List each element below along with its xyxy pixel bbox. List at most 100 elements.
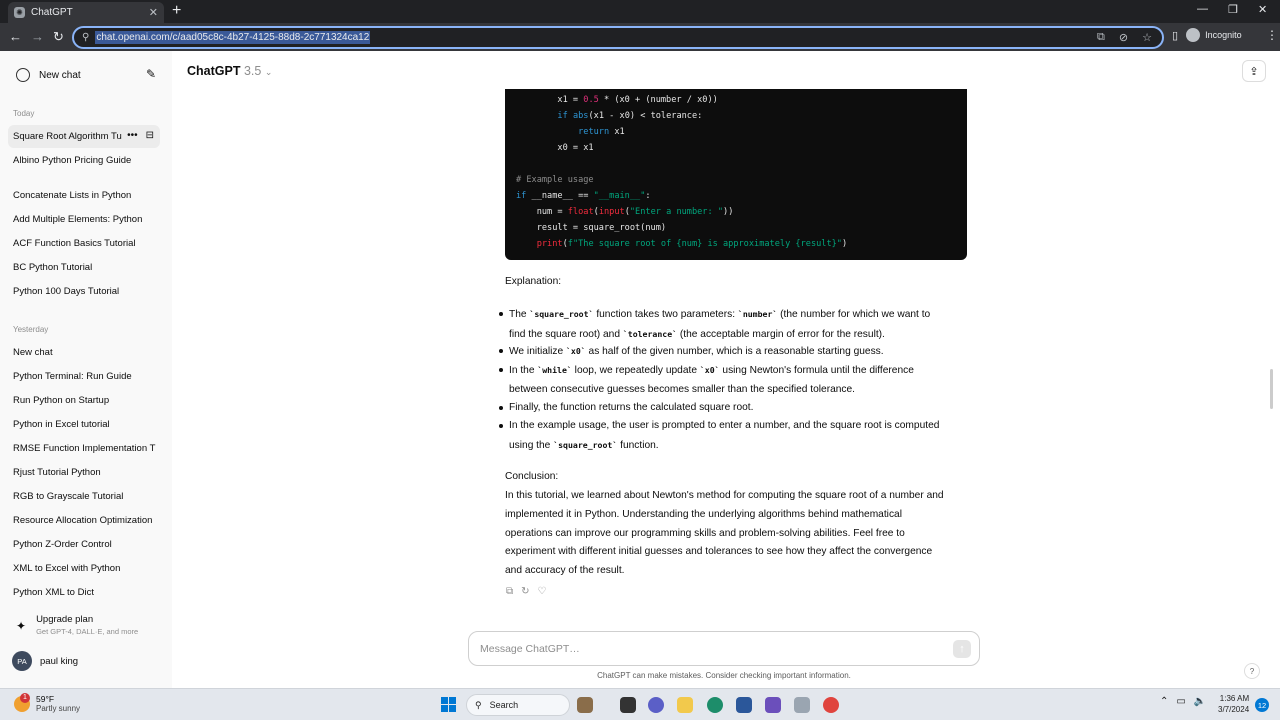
code-line: if __name__ == "__main__": [516,191,651,201]
sidebar-item[interactable]: Resource Allocation Optimization [8,509,160,532]
close-window-icon[interactable]: ✕ [1258,3,1267,16]
search-icon: ⚲ [475,699,482,710]
sidebar-item[interactable]: ACF Function Basics Tutorial [8,232,160,255]
code-keyword: if [516,191,527,201]
side-panel-icon[interactable]: ▯ [1172,29,1178,42]
text-fragment: We initialize [509,346,566,357]
reload-icon[interactable]: ↻ [53,29,64,45]
url-text[interactable]: chat.openai.com/c/aad05c8c-4b27-4125-88d… [95,31,371,44]
sidebar-item[interactable]: Concatenate Lists in Python [8,184,160,207]
file-explorer-icon[interactable] [677,697,693,713]
user-menu[interactable]: PA paul king [12,651,78,671]
visual-studio-icon[interactable] [765,697,781,713]
forward-icon[interactable]: → [31,29,44,44]
edge-icon[interactable] [707,697,723,713]
copilot-app-icon[interactable] [577,697,593,713]
code-line: x0 = x1 [516,143,594,153]
site-info-icon[interactable]: ⚲ [82,32,89,43]
code-line: result = square_root(num) [516,223,667,233]
app-icon[interactable] [794,697,810,713]
chat-app-icon[interactable] [648,697,664,713]
sidebar-item[interactable]: XML to Excel with Python [8,557,160,580]
address-bar[interactable]: ⚲ chat.openai.com/c/aad05c8c-4b27-4125-8… [72,26,1164,49]
taskbar-search[interactable]: ⚲ Search [466,694,570,716]
code-line: x1 = 0.5 * (x0 + (number / x0)) [516,95,718,105]
inline-code: `number` [737,309,778,319]
sun-icon: 1 [14,692,30,712]
eye-off-icon[interactable]: ⊘ [1119,31,1128,44]
history-item-label: BC Python Tutorial [13,262,93,273]
more-options-icon[interactable]: ••• [127,130,138,141]
message-input[interactable] [480,642,920,655]
chevron-down-icon: ⌄ [264,67,273,77]
model-selector[interactable]: ChatGPT 3.5 ⌄ [187,64,272,78]
compose-icon[interactable]: ✎ [146,67,156,81]
sidebar-item[interactable]: New chat [8,341,160,364]
sidebar-item[interactable]: Python 100 Days Tutorial [8,280,160,303]
history-item-label: Add Multiple Elements: Python [13,214,143,225]
task-view-icon[interactable] [620,697,636,713]
message-actions: ⧉ ↻ ♡ [506,586,547,597]
sidebar: New chat ✎ Today Square Root Algorithm T… [0,51,172,688]
sidebar-item[interactable]: Python Z-Order Control [8,533,160,556]
help-button[interactable]: ? [1244,663,1260,679]
sidebar-item[interactable]: Run Python on Startup [8,389,160,412]
explanation-heading: Explanation: [505,276,562,287]
chevron-up-icon[interactable]: ⌃ [1160,696,1168,707]
notification-badge[interactable]: 12 [1255,698,1269,712]
back-icon[interactable]: ← [9,29,22,44]
volume-icon[interactable]: 🔈 [1194,696,1206,707]
start-button[interactable] [441,697,456,712]
share-button[interactable]: ⇪ [1242,60,1266,82]
store-icon[interactable] [736,697,752,713]
bullet-dot [499,349,503,353]
send-button[interactable]: ↑ [953,640,971,658]
text-fragment: loop, we repeatedly update [571,365,700,376]
install-app-icon[interactable]: ⧉ [1097,31,1105,44]
section-today: Today [13,109,35,118]
history-item-label: RMSE Function Implementation T [13,443,156,454]
incognito-label: Incognito [1205,30,1242,40]
system-clock[interactable]: 1:36 AM 3/7/2024 [1218,693,1249,715]
sidebar-item[interactable]: RMSE Function Implementation T [8,437,160,460]
text-line: operations can improve our programming s… [505,527,905,539]
bookmark-star-icon[interactable]: ☆ [1142,31,1152,44]
text-fragment: as half of the given number, which is a … [585,346,884,357]
browser-tab[interactable]: ✺ ChatGPT ✕ [8,2,164,23]
sidebar-item[interactable]: Add Multiple Elements: Python [8,208,160,231]
history-item-label: Python XML to Dict [13,587,94,598]
new-tab-button[interactable]: + [172,2,181,20]
openai-logo-icon [16,68,30,82]
sidebar-item[interactable]: Albino Python Pricing Guide [8,149,160,172]
maximize-icon[interactable]: ❐ [1228,3,1238,16]
copy-icon[interactable]: ⧉ [506,586,513,597]
sidebar-item[interactable]: Python in Excel tutorial [8,413,160,436]
history-item-label: Albino Python Pricing Guide [13,155,132,166]
sidebar-item[interactable]: BC Python Tutorial [8,256,160,279]
new-chat-button[interactable]: New chat ✎ [8,63,160,87]
monitor-icon[interactable]: ▭ [1176,696,1185,707]
regenerate-icon[interactable]: ↻ [521,586,529,597]
archive-icon[interactable]: ⊟ [146,130,154,141]
browser-menu-icon[interactable]: ⋮ [1266,28,1278,42]
history-item-label: Run Python on Startup [13,395,110,406]
message-composer: ↑ [468,631,980,666]
text-fragment: In the [509,365,538,376]
minimize-icon[interactable]: — [1197,3,1208,15]
scrollbar[interactable] [1270,369,1273,409]
sidebar-item[interactable]: Rjust Tutorial Python [8,461,160,484]
upgrade-plan-button[interactable]: ✦ Upgrade plan Get GPT-4, DALL·E, and mo… [8,614,160,644]
sidebar-item[interactable]: Python Terminal: Run Guide [8,365,160,388]
close-tab-icon[interactable]: ✕ [149,6,158,19]
sidebar-item-square-root-algorithm[interactable]: Square Root Algorithm Tu ••• ⊟ [8,125,160,148]
sidebar-item[interactable]: Python XML to Dict [8,581,160,604]
incognito-profile[interactable]: ▯ Incognito [1172,28,1242,42]
code-block: x1 = 0.5 * (x0 + (number / x0)) if abs(x… [505,89,967,260]
chrome-icon[interactable] [823,697,839,713]
sidebar-item[interactable]: RGB to Grayscale Tutorial [8,485,160,508]
temperature: 59°F [36,694,55,704]
weather-widget[interactable]: 1 59°F Partly sunny [14,692,80,713]
text-fragment: function. [617,439,659,451]
thumbs-down-icon[interactable]: ♡ [538,586,547,597]
